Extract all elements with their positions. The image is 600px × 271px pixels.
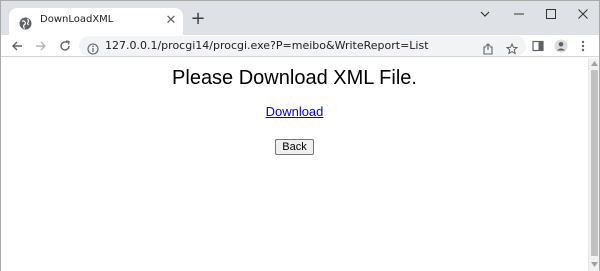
- avatar-icon: [554, 39, 568, 53]
- page-heading: Please Download XML File.: [172, 67, 417, 89]
- info-icon[interactable]: [87, 40, 99, 55]
- globe-icon: [19, 15, 32, 30]
- tab-strip: DownLoadXML ✕ +: [1, 1, 599, 35]
- scroll-thumb[interactable]: [591, 70, 598, 256]
- minimize-icon: [514, 13, 524, 15]
- download-link[interactable]: Download: [266, 104, 324, 119]
- menu-button[interactable]: [575, 38, 591, 54]
- reload-icon: [60, 40, 70, 51]
- browser-toolbar: 127.0.0.1/procgi14/procgi.exe?P=meibo&Wr…: [1, 35, 599, 57]
- new-tab-button[interactable]: +: [188, 9, 208, 29]
- download-link-container: Download: [1, 104, 588, 119]
- maximize-button[interactable]: [534, 1, 568, 27]
- tab-search-button[interactable]: [468, 1, 502, 27]
- arrow-right-icon: [36, 41, 46, 51]
- maximize-icon: [546, 9, 556, 19]
- url-text: 127.0.0.1/procgi14/procgi.exe?P=meibo&Wr…: [105, 39, 429, 52]
- tab-downloadxml[interactable]: DownLoadXML ✕: [9, 8, 183, 35]
- address-bar[interactable]: 127.0.0.1/procgi14/procgi.exe?P=meibo&Wr…: [79, 36, 526, 56]
- arrow-left-icon: [12, 41, 22, 51]
- star-icon[interactable]: [505, 40, 519, 55]
- page-content: Please Download XML File. Download Back: [1, 58, 588, 271]
- kebab-menu-icon: [581, 40, 585, 52]
- profile-button[interactable]: [553, 38, 569, 54]
- close-icon: [578, 9, 588, 19]
- minimize-button[interactable]: [502, 1, 536, 27]
- back-button-container: Back: [1, 135, 588, 155]
- back-button[interactable]: Back: [275, 139, 314, 155]
- forward-nav-button[interactable]: [33, 38, 49, 54]
- scroll-up-arrow[interactable]: [590, 59, 599, 68]
- side-panel-icon: [532, 40, 544, 52]
- browser-window: DownLoadXML ✕ + 127.0.0.1/procgi14/procg…: [0, 0, 600, 271]
- share-icon[interactable]: [482, 40, 494, 55]
- tab-title: DownLoadXML: [40, 14, 114, 25]
- chevron-down-icon: [480, 11, 490, 17]
- close-button[interactable]: [566, 1, 600, 27]
- tab-close-icon[interactable]: ✕: [164, 14, 178, 28]
- vertical-scrollbar[interactable]: [588, 58, 599, 271]
- side-panel-button[interactable]: [530, 38, 546, 54]
- scroll-down-arrow[interactable]: [590, 260, 599, 269]
- back-nav-button[interactable]: [9, 38, 25, 54]
- reload-button[interactable]: [57, 38, 73, 54]
